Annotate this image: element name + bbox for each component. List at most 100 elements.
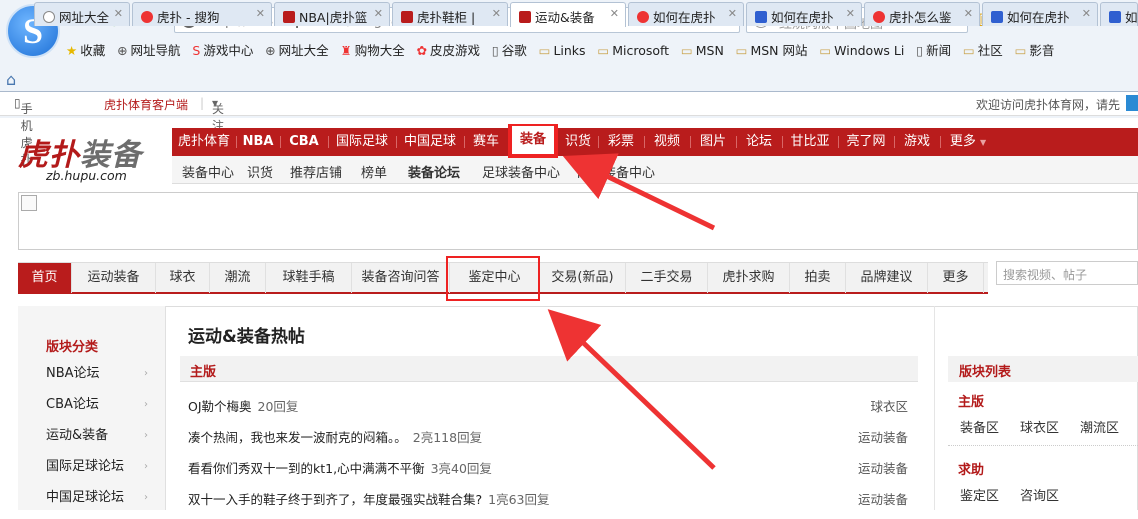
nav-item[interactable]: 图片: [690, 128, 736, 156]
bookmark-item[interactable]: ▭ Links: [539, 43, 586, 58]
forum-search-input[interactable]: 搜索视频、帖子: [996, 261, 1138, 285]
ad-banner[interactable]: [18, 192, 1138, 250]
nav-item[interactable]: NBA: [236, 128, 280, 156]
post-title[interactable]: 看看你们秀双十一到的kt1,心中满满不平衡: [188, 461, 425, 476]
nav-item[interactable]: 视频: [644, 128, 690, 156]
close-icon[interactable]: ✕: [610, 7, 619, 20]
bookmark-item[interactable]: ♜ 购物大全: [341, 40, 405, 59]
nav-item[interactable]: CBA: [280, 128, 328, 156]
forum-tab[interactable]: 二手交易: [626, 263, 708, 293]
nav-item[interactable]: 虎扑体育: [172, 128, 236, 156]
post-row[interactable]: 凑个热闹，我也来发一波耐克的闷箱。。 2亮118回复 运动装备: [188, 427, 918, 457]
board-link[interactable]: 装备区: [960, 417, 999, 436]
post-category[interactable]: 运动装备: [858, 458, 908, 477]
nav-item[interactable]: 识货: [558, 128, 598, 156]
bookmark-item[interactable]: ⊕ 网址大全: [265, 40, 329, 59]
nav-item[interactable]: 甘比亚: [782, 128, 838, 156]
browser-tab-active[interactable]: 运动&装备 ✕: [510, 2, 626, 27]
post-category[interactable]: 运动装备: [858, 427, 908, 446]
forum-tab[interactable]: 虎扑求购: [708, 263, 790, 293]
browser-tab[interactable]: 虎扑 - 搜狗 ✕: [132, 2, 272, 26]
sidebar-item[interactable]: 国际足球论坛 ›: [28, 452, 158, 482]
bookmark-item[interactable]: ▭ Microsoft: [597, 43, 669, 58]
close-icon[interactable]: ✕: [728, 7, 737, 20]
post-title[interactable]: 双十一入手的鞋子终于到齐了，年度最强实战鞋合集?: [188, 492, 482, 507]
nav-item[interactable]: 中国足球: [396, 128, 464, 156]
bookmark-item[interactable]: ▯ 谷歌: [492, 40, 527, 59]
board-link[interactable]: 球衣区: [1020, 417, 1059, 436]
bookmark-item[interactable]: ▭ 影音: [1015, 40, 1055, 59]
close-icon[interactable]: ✕: [1082, 7, 1091, 20]
board-link[interactable]: 咨询区: [1020, 485, 1059, 504]
forum-tab-home[interactable]: 首页: [18, 263, 72, 293]
subnav-item[interactable]: 榜单: [361, 162, 387, 181]
forum-tab[interactable]: 装备咨询问答: [352, 263, 450, 293]
sub-nav: 装备中心 识货 推荐店铺 榜单 装备论坛 足球装备中心 网球装备中心: [172, 156, 1138, 184]
nav-item[interactable]: 赛车: [464, 128, 508, 156]
subnav-item[interactable]: 装备论坛: [408, 162, 460, 181]
bookmark-item[interactable]: ▭ 社区: [963, 40, 1003, 59]
nav-item[interactable]: 彩票: [598, 128, 644, 156]
hupu-gear-logo[interactable]: 虎扑装备 zb.hupu.com: [18, 130, 142, 183]
close-icon[interactable]: ✕: [256, 7, 265, 20]
browser-tab[interactable]: 虎扑鞋柜 | ✕: [392, 2, 508, 26]
post-category[interactable]: 球衣区: [870, 396, 908, 415]
mobile-link[interactable]: ▯ 手机虎扑: [14, 96, 33, 167]
home-icon[interactable]: ⌂: [6, 70, 16, 89]
forum-tab[interactable]: 更多: [928, 263, 984, 293]
forum-tab[interactable]: 球衣: [156, 263, 210, 293]
board-link[interactable]: 潮流区: [1080, 417, 1119, 436]
sidebar-item[interactable]: 运动&装备 ›: [28, 421, 158, 451]
nav-item[interactable]: 游戏: [894, 128, 940, 156]
browser-tab[interactable]: NBA|虎扑篮 ✕: [274, 2, 390, 26]
nav-item-more[interactable]: 更多 ▼: [940, 128, 996, 156]
browser-tab[interactable]: 如何在虎扑 ✕: [982, 2, 1098, 26]
forum-tab[interactable]: 潮流: [210, 263, 266, 293]
close-icon[interactable]: ✕: [114, 7, 123, 20]
forum-tab[interactable]: 球鞋手稿: [266, 263, 352, 293]
post-title[interactable]: OJ勒个梅奥: [188, 399, 252, 414]
post-row[interactable]: OJ勒个梅奥 20回复 球衣区: [188, 396, 918, 426]
post-row[interactable]: 看看你们秀双十一到的kt1,心中满满不平衡 3亮40回复 运动装备: [188, 458, 918, 488]
post-title[interactable]: 凑个热闹，我也来发一波耐克的闷箱。。: [188, 430, 407, 445]
bookmark-item[interactable]: ▯ 新闻: [916, 40, 951, 59]
browser-tab[interactable]: 如何: [1100, 2, 1138, 26]
client-link[interactable]: 虎扑体育客户端: [104, 96, 188, 113]
login-button[interactable]: [1126, 95, 1138, 111]
browser-tab[interactable]: 虎扑怎么鉴 ✕: [864, 2, 980, 26]
browser-tab[interactable]: 网址大全 ✕: [34, 2, 130, 26]
nav-item[interactable]: 国际足球: [328, 128, 396, 156]
subnav-item[interactable]: 足球装备中心: [482, 162, 560, 181]
bookmark-item[interactable]: ★ 收藏: [66, 40, 105, 59]
close-icon[interactable]: ✕: [374, 7, 383, 20]
bookmark-item[interactable]: S 游戏中心: [192, 40, 253, 59]
sidebar-item[interactable]: NBA论坛 ›: [28, 359, 158, 389]
bookmark-item[interactable]: ✿ 皮皮游戏: [417, 40, 481, 59]
subnav-item[interactable]: 识货: [247, 162, 273, 181]
forum-tab[interactable]: 交易(新品): [540, 263, 626, 293]
follow-link[interactable]: 关注虎扑 ▾: [212, 96, 224, 167]
bookmark-item[interactable]: ⊕ 网址导航: [117, 40, 181, 59]
browser-tab[interactable]: 如何在虎扑 ✕: [746, 2, 862, 26]
subnav-item[interactable]: 装备中心: [182, 162, 234, 181]
post-row[interactable]: 双十一入手的鞋子终于到齐了，年度最强实战鞋合集? 1亮63回复 运动装备: [188, 489, 918, 519]
forum-tab[interactable]: 品牌建议: [846, 263, 928, 293]
bookmark-item[interactable]: ▭ MSN 网站: [736, 40, 808, 59]
browser-tab[interactable]: 如何在虎扑 ✕: [628, 2, 744, 26]
board-link[interactable]: 鉴定区: [960, 485, 999, 504]
chevron-down-icon: ▼: [980, 138, 987, 147]
forum-tab[interactable]: 拍卖: [790, 263, 846, 293]
nav-item[interactable]: 亮了网: [838, 128, 894, 156]
sidebar-item[interactable]: 中国足球论坛 ›: [28, 483, 158, 513]
close-icon[interactable]: ✕: [964, 7, 973, 20]
close-icon[interactable]: ✕: [846, 7, 855, 20]
sidebar-item[interactable]: CBA论坛 ›: [28, 390, 158, 420]
subnav-item[interactable]: 推荐店铺: [290, 162, 342, 181]
forum-tab[interactable]: 运动装备: [72, 263, 156, 293]
post-category[interactable]: 运动装备: [858, 489, 908, 508]
bookmark-item[interactable]: ▭ MSN: [681, 43, 724, 58]
nav-item[interactable]: 论坛: [736, 128, 782, 156]
close-icon[interactable]: ✕: [492, 7, 501, 20]
bookmark-item[interactable]: ▭ Windows Li: [819, 43, 904, 58]
subnav-item[interactable]: 网球装备中心: [577, 162, 655, 181]
